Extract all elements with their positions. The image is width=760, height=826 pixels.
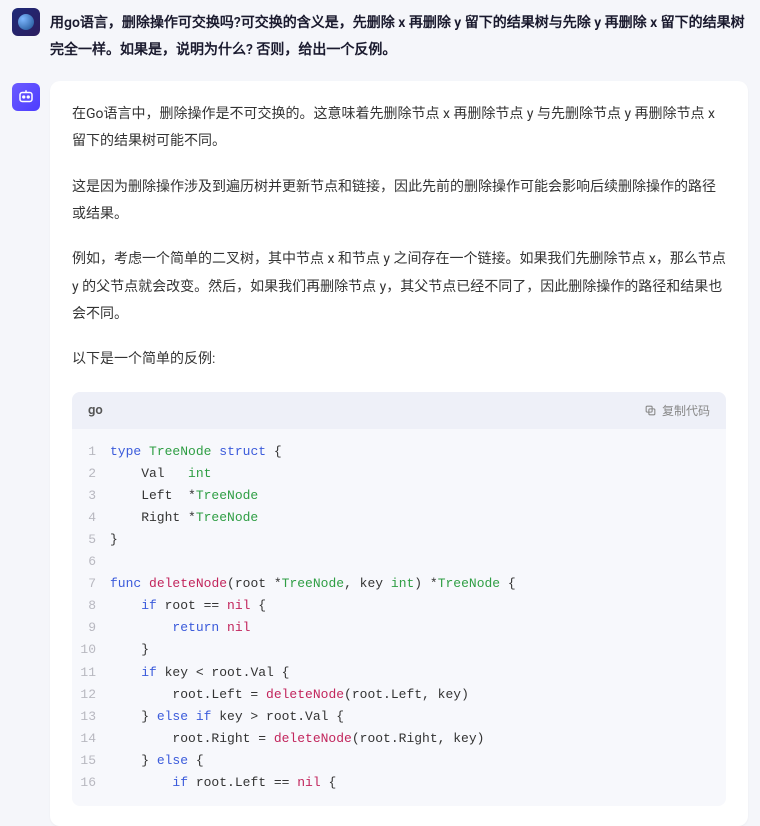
- line-code: }: [110, 639, 149, 661]
- code-line: 9 return nil: [72, 617, 726, 639]
- line-code: Right *TreeNode: [110, 507, 258, 529]
- line-number: 8: [72, 595, 110, 617]
- code-line: 10 }: [72, 639, 726, 661]
- answer-paragraph: 以下是一个简单的反例:: [72, 346, 726, 373]
- code-line: 1type TreeNode struct {: [72, 441, 726, 463]
- ai-avatar: [12, 83, 40, 111]
- line-code: type TreeNode struct {: [110, 441, 282, 463]
- line-number: 7: [72, 573, 110, 595]
- code-line: 14 root.Right = deleteNode(root.Right, k…: [72, 728, 726, 750]
- code-line: 12 root.Left = deleteNode(root.Left, key…: [72, 684, 726, 706]
- answer-paragraph: 例如，考虑一个简单的二叉树，其中节点 x 和节点 y 之间存在一个链接。如果我们…: [72, 246, 726, 328]
- code-language-label: go: [88, 403, 103, 418]
- answer-card: 在Go语言中，删除操作是不可交换的。这意味着先删除节点 x 再删除节点 y 与先…: [50, 81, 748, 826]
- line-number: 16: [72, 772, 110, 794]
- line-code: root.Left = deleteNode(root.Left, key): [110, 684, 469, 706]
- question-text: 用go语言，删除操作可交换吗?可交换的含义是，先删除 x 再删除 y 留下的结果…: [50, 8, 748, 63]
- line-number: 13: [72, 706, 110, 728]
- line-number: 15: [72, 750, 110, 772]
- copy-code-button[interactable]: 复制代码: [644, 402, 710, 419]
- user-avatar: [12, 8, 40, 36]
- line-number: 2: [72, 463, 110, 485]
- code-line: 7func deleteNode(root *TreeNode, key int…: [72, 573, 726, 595]
- code-header: go 复制代码: [72, 392, 726, 429]
- line-code: } else if key > root.Val {: [110, 706, 344, 728]
- code-line: 2 Val int: [72, 463, 726, 485]
- line-number: 11: [72, 662, 110, 684]
- code-line: 3 Left *TreeNode: [72, 485, 726, 507]
- answer-paragraph: 这是因为删除操作涉及到遍历树并更新节点和链接，因此先前的删除操作可能会影响后续删…: [72, 174, 726, 229]
- line-code: if key < root.Val {: [110, 662, 289, 684]
- line-code: root.Right = deleteNode(root.Right, key): [110, 728, 484, 750]
- copy-label: 复制代码: [662, 402, 710, 419]
- line-number: 4: [72, 507, 110, 529]
- code-line: 8 if root == nil {: [72, 595, 726, 617]
- line-number: 3: [72, 485, 110, 507]
- line-number: 10: [72, 639, 110, 661]
- question-row: 用go语言，删除操作可交换吗?可交换的含义是，先删除 x 再删除 y 留下的结果…: [12, 8, 748, 63]
- line-number: 6: [72, 551, 110, 573]
- line-code: return nil: [110, 617, 250, 639]
- code-line: 15 } else {: [72, 750, 726, 772]
- answer-paragraph: 在Go语言中，删除操作是不可交换的。这意味着先删除节点 x 再删除节点 y 与先…: [72, 101, 726, 156]
- code-block: go 复制代码 1type TreeNode struct {2 Val int…: [72, 392, 726, 807]
- line-code: if root == nil {: [110, 595, 266, 617]
- code-line: 5}: [72, 529, 726, 551]
- line-number: 14: [72, 728, 110, 750]
- line-number: 9: [72, 617, 110, 639]
- line-number: 1: [72, 441, 110, 463]
- line-code: } else {: [110, 750, 204, 772]
- line-number: 12: [72, 684, 110, 706]
- code-line: 16 if root.Left == nil {: [72, 772, 726, 794]
- answer-row: 在Go语言中，删除操作是不可交换的。这意味着先删除节点 x 再删除节点 y 与先…: [12, 81, 748, 826]
- code-line: 11 if key < root.Val {: [72, 662, 726, 684]
- line-code: if root.Left == nil {: [110, 772, 336, 794]
- line-code: Val int: [110, 463, 211, 485]
- code-line: 6: [72, 551, 726, 573]
- line-code: func deleteNode(root *TreeNode, key int)…: [110, 573, 516, 595]
- code-body[interactable]: 1type TreeNode struct {2 Val int3 Left *…: [72, 429, 726, 807]
- code-line: 4 Right *TreeNode: [72, 507, 726, 529]
- copy-icon: [644, 404, 657, 417]
- code-line: 13 } else if key > root.Val {: [72, 706, 726, 728]
- line-code: }: [110, 529, 118, 551]
- ai-icon: [17, 88, 35, 106]
- line-number: 5: [72, 529, 110, 551]
- line-code: Left *TreeNode: [110, 485, 258, 507]
